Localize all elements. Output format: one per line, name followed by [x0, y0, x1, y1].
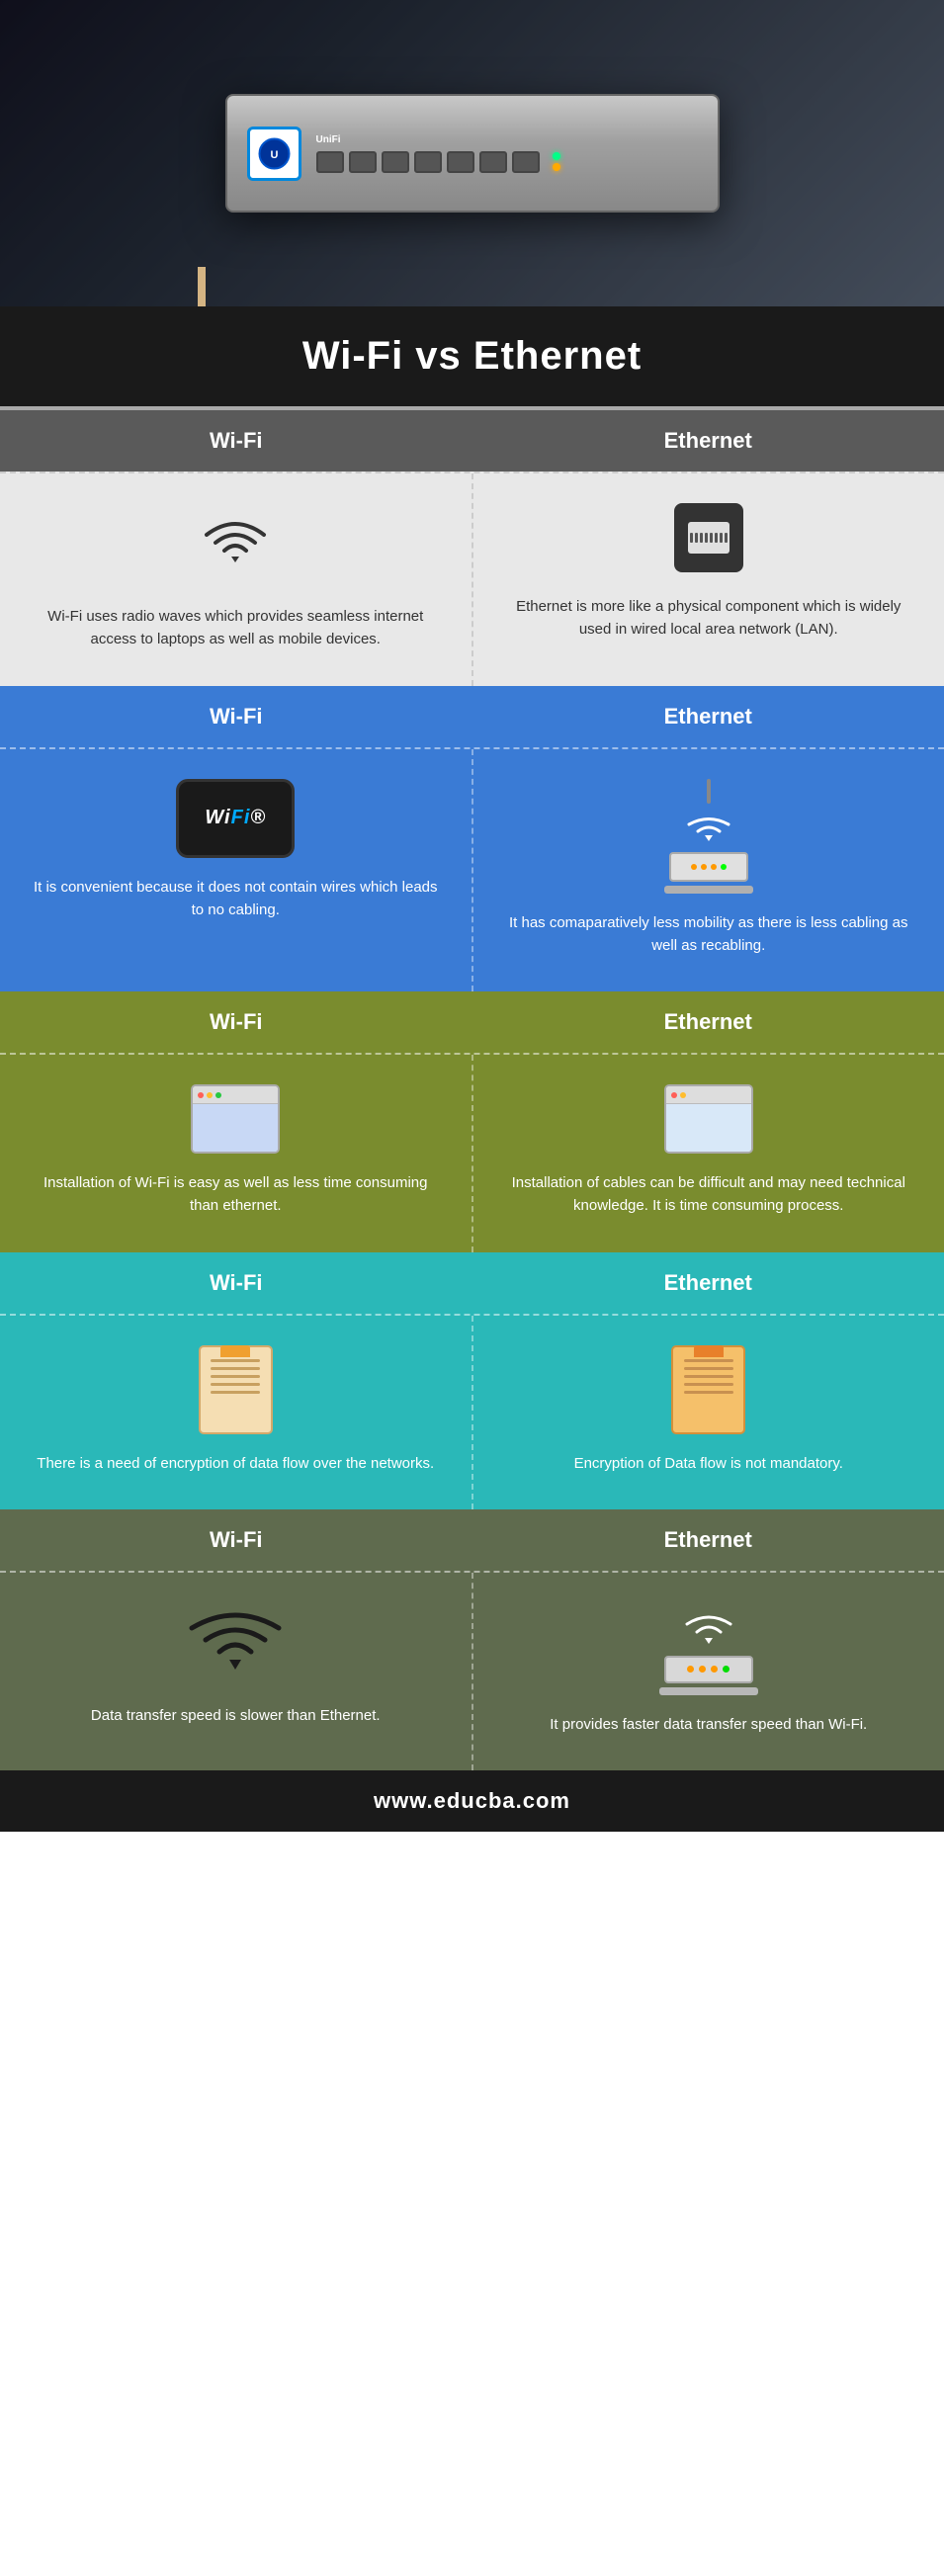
page-title: Wi-Fi vs Ethernet: [20, 334, 924, 379]
ethernet-header-installation: Ethernet: [472, 991, 944, 1053]
wifi-header-mobility: Wi-Fi: [0, 686, 472, 747]
main-title-section: Wi-Fi vs Ethernet: [0, 306, 944, 406]
section-intro-header: Wi-Fi Ethernet: [0, 410, 944, 472]
wifi-large-icon: [181, 1602, 290, 1686]
footer: www.educba.com: [0, 1770, 944, 1832]
browser-ethernet-icon: [664, 1084, 753, 1154]
ethernet-col-mobility: It has comaparatively less mobility as t…: [473, 749, 944, 992]
wifi-col-encryption: There is a need of encryption of data fl…: [0, 1316, 473, 1509]
notepad-wifi-icon: [199, 1345, 273, 1434]
ethernet-header-mobility: Ethernet: [472, 686, 944, 747]
notepad-ethernet-icon: [671, 1345, 745, 1434]
svg-text:U: U: [270, 149, 278, 161]
section-installation-header: Wi-Fi Ethernet: [0, 991, 944, 1053]
section-encryption: Wi-Fi Ethernet There is a need of encryp…: [0, 1252, 944, 1509]
ethernet-port-icon: [674, 503, 743, 572]
wifi-col-speed: Data transfer speed is slower than Ether…: [0, 1573, 473, 1770]
section-installation: Wi-Fi Ethernet Installation of Wi-Fi is …: [0, 991, 944, 1252]
wifi-col-intro: Wi-Fi uses radio waves which provides se…: [0, 473, 473, 686]
ethernet-header-intro: Ethernet: [472, 410, 944, 472]
wifi-header-intro: Wi-Fi: [0, 410, 472, 472]
hero-cable: [198, 267, 277, 306]
wifi-header-speed: Wi-Fi: [0, 1509, 472, 1571]
ethernet-col-speed: It provides faster data transfer speed t…: [473, 1573, 944, 1770]
section-speed-header: Wi-Fi Ethernet: [0, 1509, 944, 1571]
ethernet-col-intro: Ethernet is more like a physical compone…: [473, 473, 944, 686]
section-speed: Wi-Fi Ethernet Data transfer speed is sl…: [0, 1509, 944, 1770]
section-intro: Wi-Fi Ethernet Wi-Fi uses radio waves wh…: [0, 410, 944, 686]
wifi-badge-icon: WiFi®: [176, 779, 295, 858]
section-installation-body: Installation of Wi-Fi is easy as well as…: [0, 1053, 944, 1252]
wifi-col-mobility: WiFi® It is convenient because it does n…: [0, 749, 473, 992]
network-device: U UniFi: [225, 94, 720, 213]
section-mobility-body: WiFi® It is convenient because it does n…: [0, 747, 944, 992]
wifi-signal-icon: [196, 503, 275, 587]
hero-image: U UniFi: [0, 0, 944, 306]
section-encryption-header: Wi-Fi Ethernet: [0, 1252, 944, 1314]
section-mobility: Wi-Fi Ethernet WiFi® It is convenient be…: [0, 686, 944, 992]
section-speed-body: Data transfer speed is slower than Ether…: [0, 1571, 944, 1770]
ethernet-header-encryption: Ethernet: [472, 1252, 944, 1314]
section-encryption-body: There is a need of encryption of data fl…: [0, 1314, 944, 1509]
footer-url: www.educba.com: [10, 1788, 934, 1814]
wifi-col-installation: Installation of Wi-Fi is easy as well as…: [0, 1055, 473, 1252]
browser-wifi-icon: [191, 1084, 280, 1154]
ethernet-header-speed: Ethernet: [472, 1509, 944, 1571]
section-intro-body: Wi-Fi uses radio waves which provides se…: [0, 472, 944, 686]
section-mobility-header: Wi-Fi Ethernet: [0, 686, 944, 747]
ethernet-col-encryption: Encryption of Data flow is not mandatory…: [473, 1316, 944, 1509]
device-ports: [316, 151, 698, 173]
router-speed-icon: [659, 1602, 758, 1695]
wifi-header-encryption: Wi-Fi: [0, 1252, 472, 1314]
router-icon: [664, 779, 753, 894]
device-logo: U: [247, 127, 301, 181]
ethernet-col-installation: Installation of cables can be difficult …: [473, 1055, 944, 1252]
wifi-header-installation: Wi-Fi: [0, 991, 472, 1053]
